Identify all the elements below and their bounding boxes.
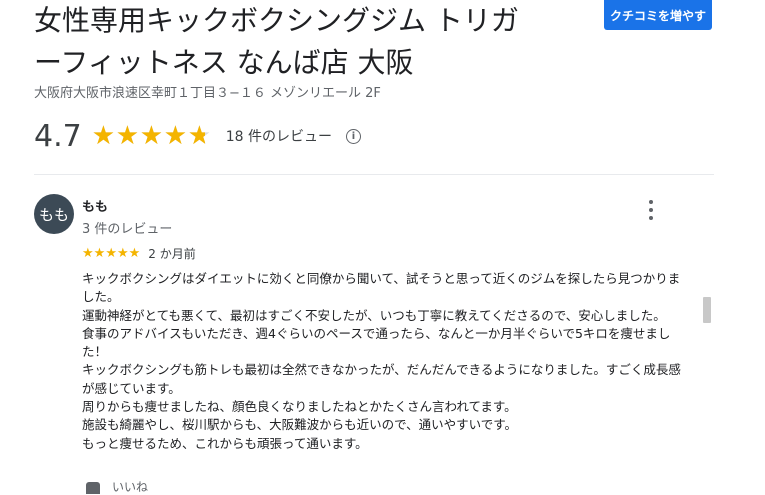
star-icon: ★ ★ (91, 121, 116, 151)
rating-stars: ★ ★ ★ ★ ★ ★ ★ ★ ★ ★ (91, 121, 212, 151)
review-paragraph: 食事のアドバイスもいただき、週4ぐらいのペースで通ったら、なんと一か月半ぐらいで… (82, 325, 671, 360)
review-paragraph: キックボクシングはダイエットに効くと同僚から聞いて、試そうと思って近くのジムを探… (82, 271, 681, 305)
star-icon: ★ (82, 245, 94, 261)
thumbs-up-icon (82, 480, 104, 494)
review-paragraph: 周りからも痩せましたね、顔色良くなりましたねとかたくさん言われてます。 (82, 399, 517, 415)
review-text: キックボクシングはダイエットに効くと同僚から聞いて、試そうと思って近くのジムを探… (82, 270, 682, 453)
star-icon: ★ (93, 245, 106, 261)
place-title-line2: ーフィットネス なんば店 大阪 (34, 46, 414, 79)
review-paragraph: キックボクシングも筋トレも最初は全然できなかったが、だんだんできるようになりまし… (82, 362, 681, 396)
more-options-icon[interactable] (644, 200, 658, 220)
review-count-link[interactable]: 18 件のレビュー (226, 126, 332, 146)
star-icon: ★ ★ (163, 121, 188, 151)
place-title-line1: 女性専用キックボクシングジム トリガ (34, 4, 519, 37)
review-paragraph: もっと痩せるため、これからも頑張って通います。 (82, 435, 368, 451)
review-paragraph: 施設も綺麗やし、桜川駅からも、大阪難波からも近いので、通いやすいです。 (82, 417, 518, 433)
reviewer-name[interactable]: もも (82, 196, 108, 215)
review-paragraph: 運動神経がとても悪くて、最初はすごく不安したが、いつも丁寧に教えてくださるので、… (82, 307, 666, 323)
review-meta: ★ ★ ★ ★ ★ 2 か月前 (82, 245, 196, 262)
star-icon: ★ (116, 245, 129, 261)
reviewer-review-count: 3 件のレビュー (82, 222, 173, 237)
avatar[interactable]: もも (34, 194, 74, 234)
write-review-button[interactable]: クチコミを増やす (604, 0, 712, 30)
review-stars: ★ ★ ★ ★ ★ (82, 245, 141, 261)
star-icon: ★ (105, 245, 117, 261)
star-icon: ★ ★ (187, 121, 212, 151)
review-date: 2 か月前 (148, 247, 196, 261)
info-icon[interactable]: i (345, 128, 361, 144)
like-button[interactable]: いいね (82, 478, 148, 495)
like-label: いいね (112, 480, 149, 494)
rating-summary: 4.7 ★ ★ ★ ★ ★ ★ ★ ★ ★ ★ 18 件のレビュー i (34, 116, 361, 156)
divider (34, 174, 714, 175)
star-icon: ★ ★ (139, 121, 164, 151)
star-icon: ★ ★ (115, 121, 140, 151)
place-address: 大阪府大阪市浪速区幸町１丁目３−１６ メゾンリエール 2F (34, 86, 381, 101)
star-icon: ★ (128, 245, 141, 261)
rating-value: 4.7 (34, 118, 82, 154)
scrollbar-thumb[interactable] (703, 297, 711, 323)
place-title: 女性専用キックボクシングジム トリガ ーフィットネス なんば店 大阪 (34, 0, 554, 84)
